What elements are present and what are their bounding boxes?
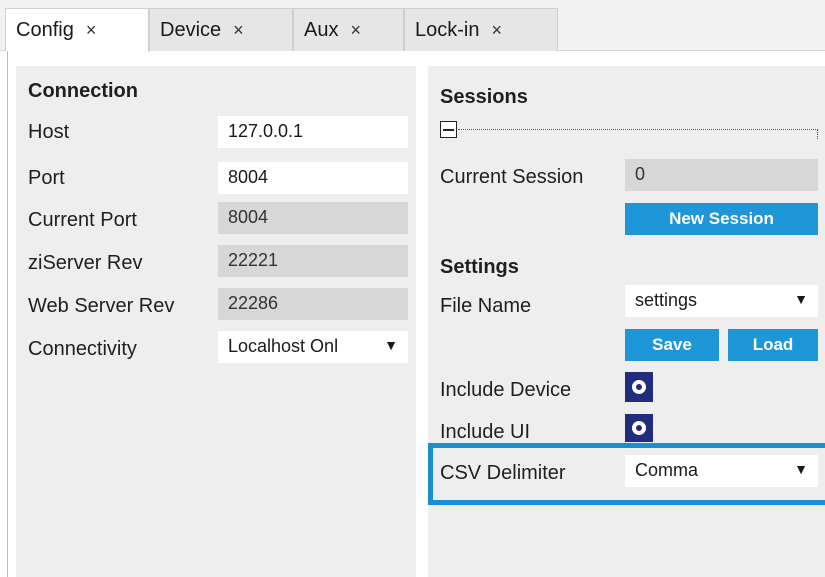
settings-title: Settings <box>440 256 519 278</box>
port-label: Port <box>28 167 65 189</box>
chevron-down-icon: ▼ <box>384 337 398 353</box>
close-icon[interactable]: × <box>233 20 244 41</box>
current-port-value: 8004 <box>218 202 408 234</box>
current-session-value: 0 <box>625 159 818 191</box>
current-session-label: Current Session <box>440 166 584 188</box>
tab-device[interactable]: Device × <box>149 8 293 51</box>
connectivity-value: Localhost Onl <box>228 336 339 356</box>
file-name-value: settings <box>635 290 698 310</box>
chevron-down-icon: ▼ <box>794 291 808 307</box>
include-ui-radio[interactable] <box>625 414 653 442</box>
save-button[interactable]: Save <box>625 329 719 361</box>
chevron-down-icon: ▼ <box>794 461 808 477</box>
tab-lock-in-label: Lock-in <box>415 18 480 41</box>
tree-connector-end <box>817 129 818 139</box>
include-device-label: Include Device <box>440 379 572 401</box>
window-left-edge <box>0 51 8 577</box>
connectivity-label: Connectivity <box>28 338 137 360</box>
sessions-settings-panel <box>428 66 825 577</box>
tree-connector-line <box>458 129 818 130</box>
file-name-label: File Name <box>440 295 532 317</box>
csv-delimiter-select[interactable]: Comma ▼ <box>625 455 818 487</box>
include-device-radio[interactable] <box>625 372 653 402</box>
host-label: Host <box>28 121 70 143</box>
sessions-title: Sessions <box>440 86 528 108</box>
tab-config-label: Config <box>16 19 74 41</box>
tab-config[interactable]: Config × <box>5 8 149 52</box>
load-button[interactable]: Load <box>728 329 818 361</box>
host-input[interactable]: 127.0.0.1 <box>218 116 408 148</box>
radio-dot-icon <box>633 381 645 393</box>
tab-bar: Config × Device × Aux × Lock-in × <box>0 0 825 52</box>
connection-title: Connection <box>28 80 138 102</box>
close-icon[interactable]: × <box>86 20 97 41</box>
ziserver-rev-value: 22221 <box>218 245 408 277</box>
web-server-rev-label: Web Server Rev <box>28 295 175 317</box>
current-port-label: Current Port <box>28 209 137 231</box>
port-input[interactable]: 8004 <box>218 162 408 194</box>
tab-aux-label: Aux <box>304 18 339 41</box>
new-session-button[interactable]: New Session <box>625 203 818 235</box>
collapse-icon[interactable] <box>440 121 457 138</box>
close-icon[interactable]: × <box>491 20 502 41</box>
tab-lock-in[interactable]: Lock-in × <box>404 8 558 51</box>
csv-delimiter-value: Comma <box>635 460 699 480</box>
include-ui-label: Include UI <box>440 421 531 443</box>
ziserver-rev-label: ziServer Rev <box>28 252 143 274</box>
close-icon[interactable]: × <box>350 20 361 41</box>
csv-delimiter-label: CSV Delimiter <box>440 462 566 484</box>
tab-device-label: Device <box>160 18 222 41</box>
tab-aux[interactable]: Aux × <box>293 8 404 51</box>
file-name-select[interactable]: settings ▼ <box>625 285 818 317</box>
web-server-rev-value: 22286 <box>218 288 408 320</box>
radio-dot-icon <box>633 422 645 434</box>
connectivity-select[interactable]: Localhost Onl ▼ <box>218 331 408 363</box>
